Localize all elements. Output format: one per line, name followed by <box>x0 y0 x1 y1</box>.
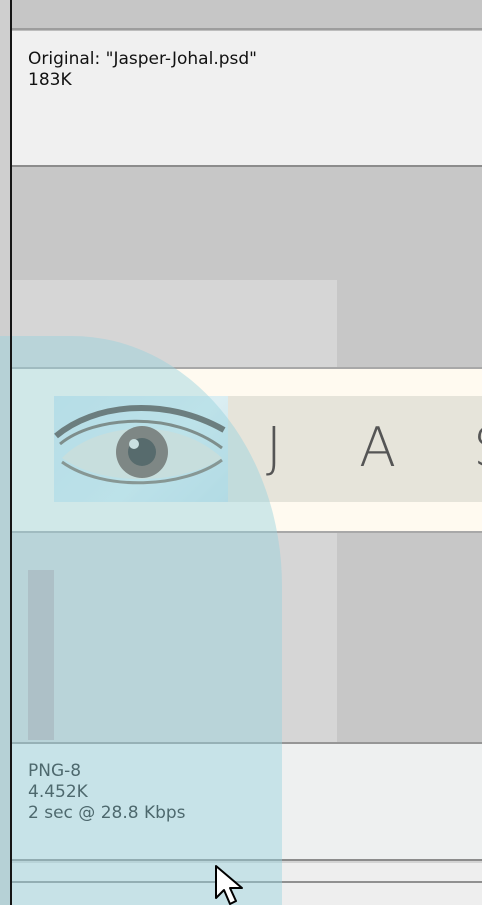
optimized-info-box: PNG-8 4.452K 2 sec @ 28.8 Kbps <box>12 742 482 861</box>
logo-banner: J A S <box>12 367 482 533</box>
arrow-cursor-icon <box>215 865 243 905</box>
original-size: 183K <box>28 70 72 90</box>
ghost-bar-shape <box>28 570 54 740</box>
eye-graphic <box>54 405 226 485</box>
eye-photo-icon <box>54 396 228 502</box>
panel-top-band <box>12 0 482 30</box>
optimized-download-time: 2 sec @ 28.8 Kbps <box>28 803 186 823</box>
optimize-preview-panel: Original: "Jasper-Johal.psd" 183K J A S … <box>0 0 482 905</box>
optimized-format: PNG-8 <box>28 761 82 781</box>
original-filename: Original: "Jasper-Johal.psd" <box>28 49 257 69</box>
optimized-size: 4.452K <box>28 782 88 802</box>
image-preview-canvas[interactable]: J A S <box>12 167 482 742</box>
original-info-box: Original: "Jasper-Johal.psd" 183K <box>12 30 482 167</box>
logo-text: J A S <box>266 416 482 479</box>
panel-left-border <box>10 0 12 905</box>
